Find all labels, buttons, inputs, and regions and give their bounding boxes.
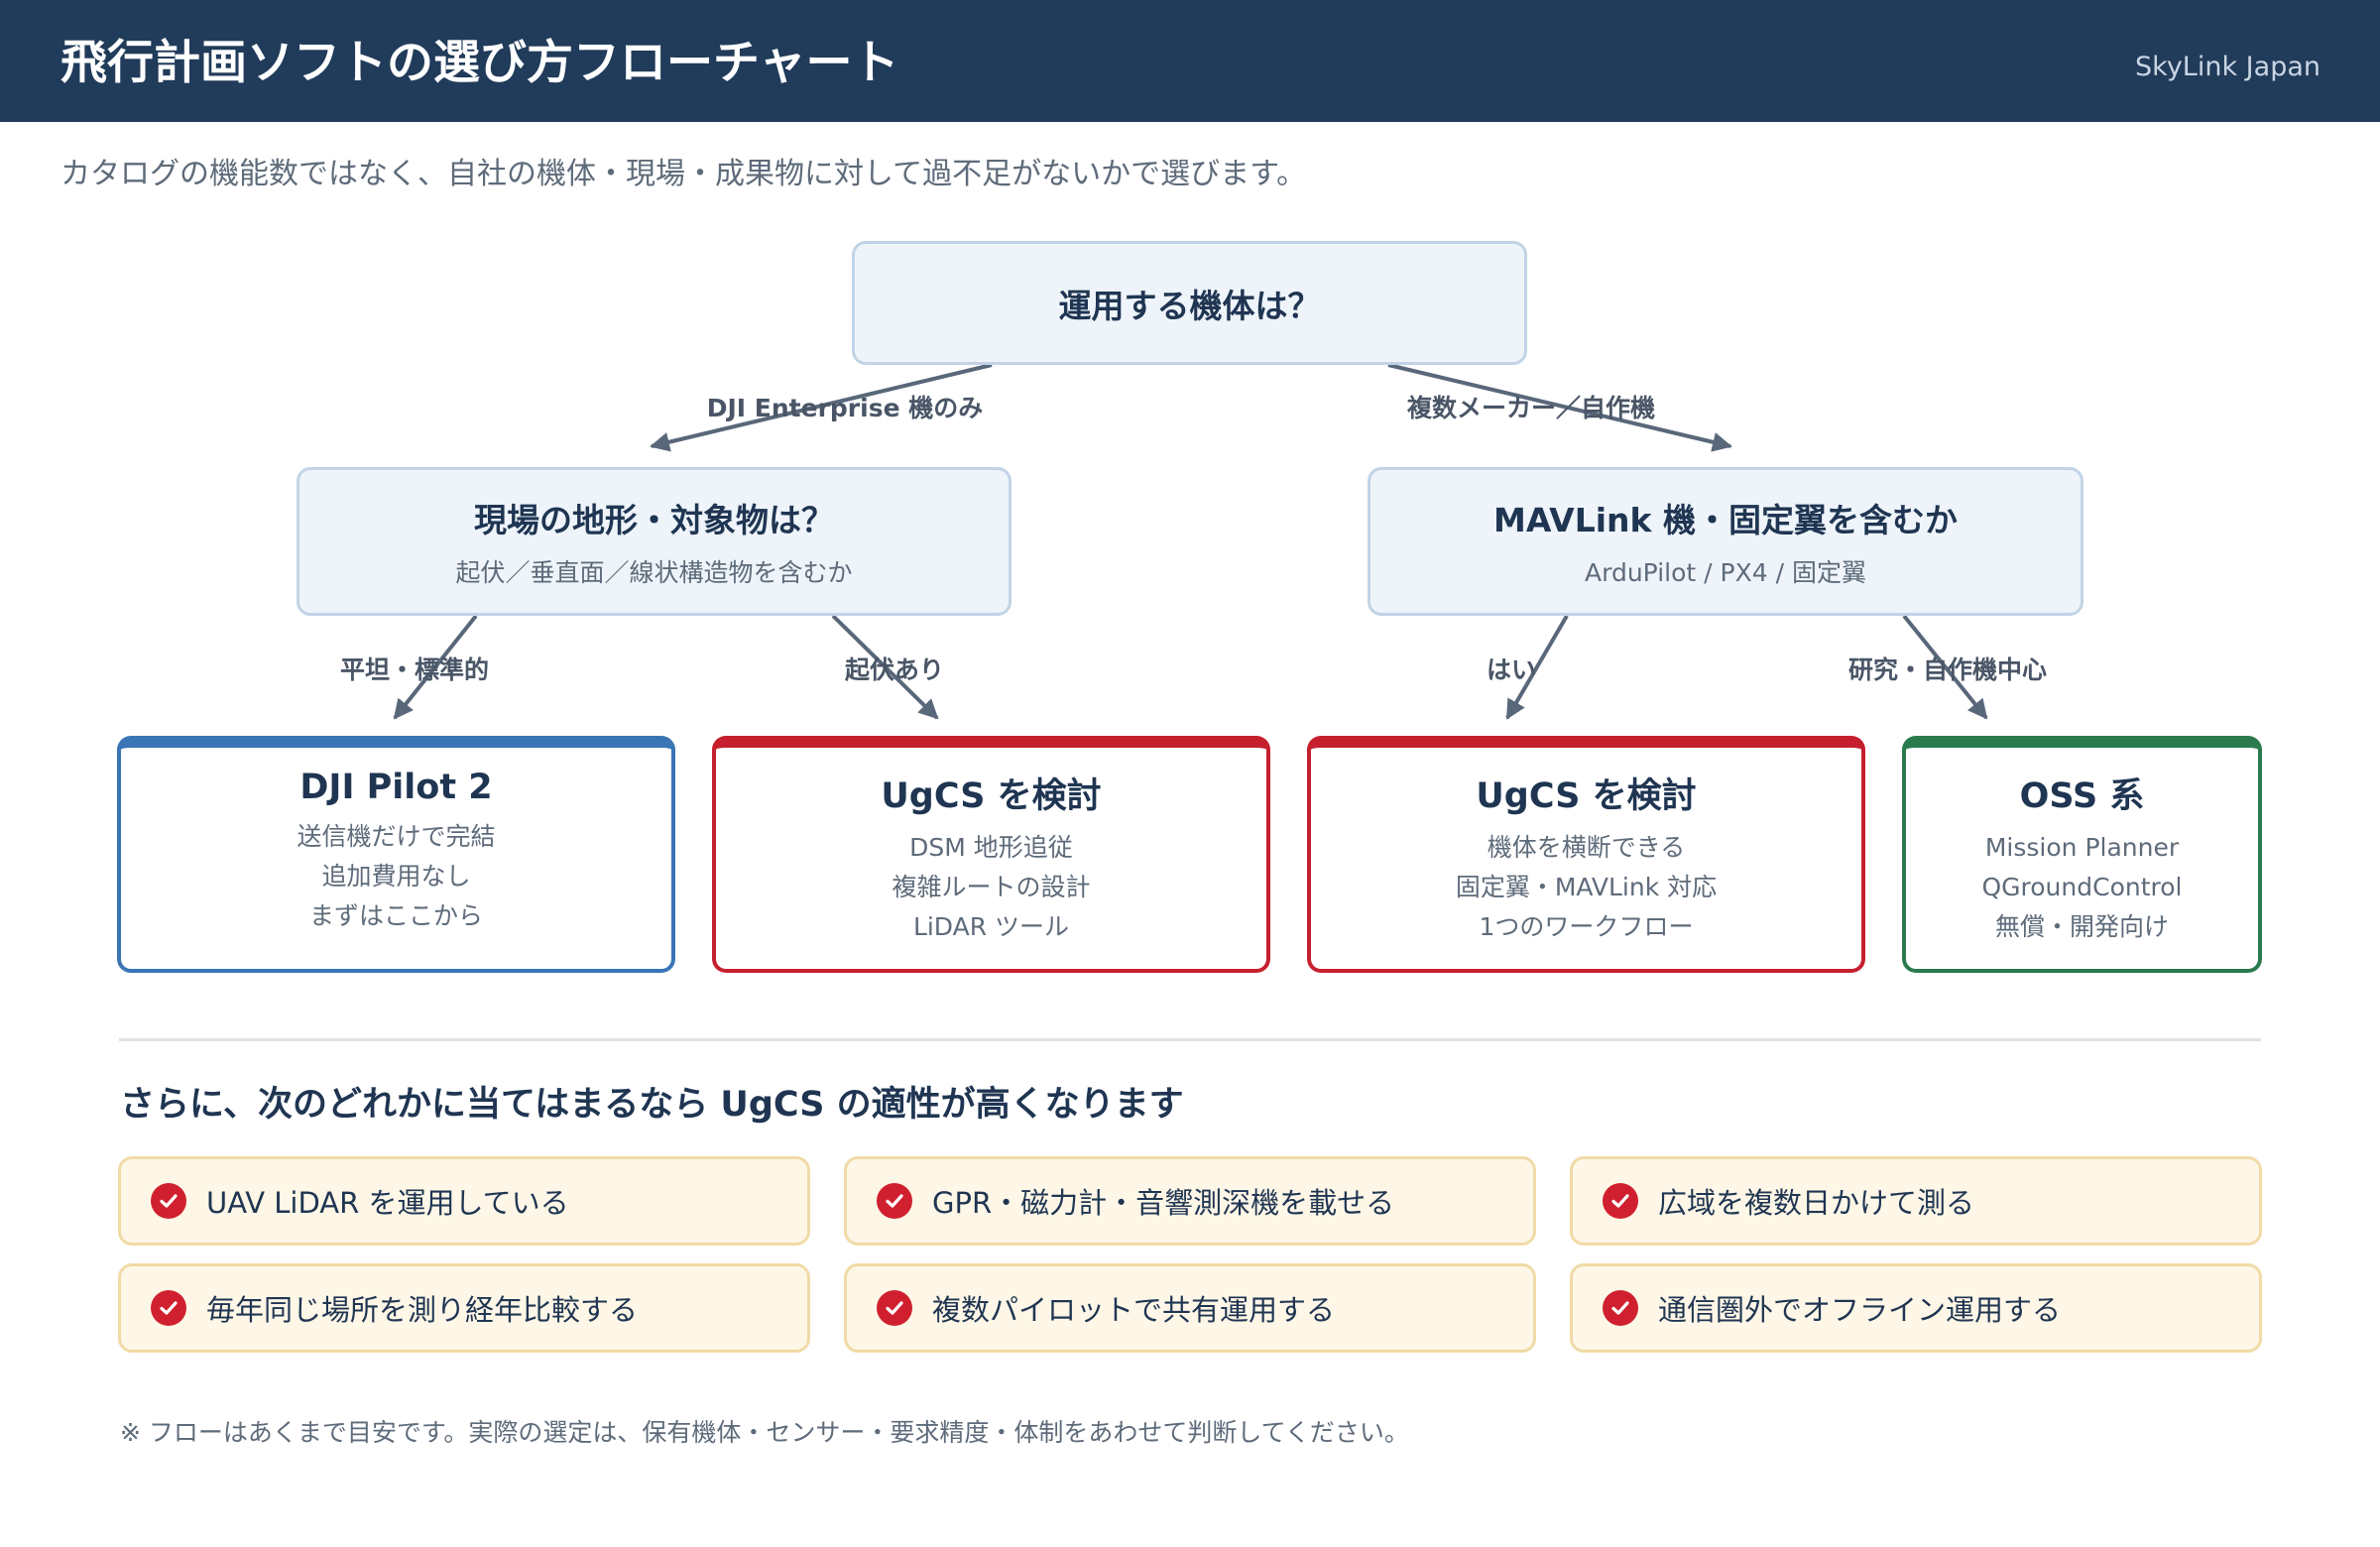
root-question-title: 運用する機体は？ [1058, 286, 1321, 325]
result-line: 複雑ルートの設計 [892, 873, 1091, 901]
condition-item: 通信圏外でオフライン運用する [1570, 1263, 2262, 1353]
edge-label-research: 研究・自作機中心 [1847, 655, 2048, 684]
result-line: まずはここから [308, 901, 483, 930]
result-line: 送信機だけで完結 [297, 822, 496, 851]
condition-label: 通信圏外でオフライン運用する [1658, 1293, 2062, 1327]
result-title: DJI Pilot 2 [299, 768, 493, 807]
result-line: DSM 地形追従 [909, 833, 1073, 862]
result-line: QGroundControl [1981, 873, 2183, 901]
check-circle-icon [151, 1290, 186, 1326]
check-circle-icon [877, 1290, 912, 1326]
check-circle-icon [1603, 1290, 1638, 1326]
condition-item: UAV LiDAR を運用している [118, 1156, 810, 1246]
result-title: UgCS を検討 [881, 776, 1102, 816]
result-line: Mission Planner [1984, 833, 2180, 862]
footnote: ※ フローはあくまで目安です。実際の選定は、保有機体・センサー・要求精度・体制を… [120, 1418, 1409, 1447]
terrain-question-title: 現場の地形・対象物は？ [474, 501, 834, 539]
edge-label-multi-maker: 複数メーカー／自作機 [1406, 394, 1656, 422]
condition-item: 毎年同じ場所を測り経年比較する [118, 1263, 810, 1353]
terrain-question-subtitle: 起伏／垂直面／線状構造物を含むか [455, 558, 853, 587]
result-title: UgCS を検討 [1476, 776, 1697, 816]
condition-label: 広域を複数日かけて測る [1658, 1186, 1975, 1220]
check-circle-icon [877, 1183, 912, 1219]
edge-label-flat: 平坦・標準的 [339, 655, 490, 684]
condition-item: GPR・磁力計・音響測深機を載せる [844, 1156, 1536, 1246]
result-card-oss: OSS 系 Mission Planner QGroundControl 無償・… [1902, 736, 2262, 973]
terrain-question-node: 現場の地形・対象物は？ 起伏／垂直面／線状構造物を含むか [297, 467, 1012, 616]
result-line: 固定翼・MAVLink 対応 [1455, 873, 1718, 901]
result-line: 機体を横断できる [1487, 833, 1686, 862]
conditions-title: さらに、次のどれかに当てはまるなら UgCS の適性が高くなります [120, 1085, 1184, 1125]
mavlink-question-node: MAVLink 機・固定翼を含むか ArduPilot / PX4 / 固定翼 [1368, 467, 2083, 616]
edge-label-dji-only: DJI Enterprise 機のみ [706, 394, 984, 422]
result-title: OSS 系 [2019, 776, 2145, 816]
condition-label: 複数パイロットで共有運用する [932, 1293, 1336, 1327]
condition-label: GPR・磁力計・音響測深機を載せる [932, 1186, 1395, 1220]
result-card-dji-pilot: DJI Pilot 2 送信機だけで完結 追加費用なし まずはここから [117, 736, 675, 973]
mavlink-question-subtitle: ArduPilot / PX4 / 固定翼 [1585, 558, 1866, 587]
condition-item: 複数パイロットで共有運用する [844, 1263, 1536, 1353]
root-question-node: 運用する機体は？ [852, 241, 1527, 365]
result-card-ugcs-multi: UgCS を検討 機体を横断できる 固定翼・MAVLink 対応 1つのワークフ… [1307, 736, 1865, 973]
result-line: LiDAR ツール [912, 912, 1070, 941]
result-line: 追加費用なし [321, 862, 471, 891]
result-line: 1つのワークフロー [1479, 912, 1694, 941]
result-line: 無償・開発向け [1994, 912, 2169, 941]
edge-label-relief: 起伏あり [844, 655, 945, 684]
condition-item: 広域を複数日かけて測る [1570, 1156, 2262, 1246]
condition-label: UAV LiDAR を運用している [206, 1186, 569, 1220]
mavlink-question-title: MAVLink 機・固定翼を含むか [1493, 501, 1958, 539]
check-circle-icon [151, 1183, 186, 1219]
condition-label: 毎年同じ場所を測り経年比較する [206, 1293, 639, 1327]
result-card-ugcs-terrain: UgCS を検討 DSM 地形追従 複雑ルートの設計 LiDAR ツール [712, 736, 1270, 973]
edge-label-yes: はい [1486, 655, 1537, 684]
check-circle-icon [1603, 1183, 1638, 1219]
section-divider [119, 1038, 2261, 1041]
